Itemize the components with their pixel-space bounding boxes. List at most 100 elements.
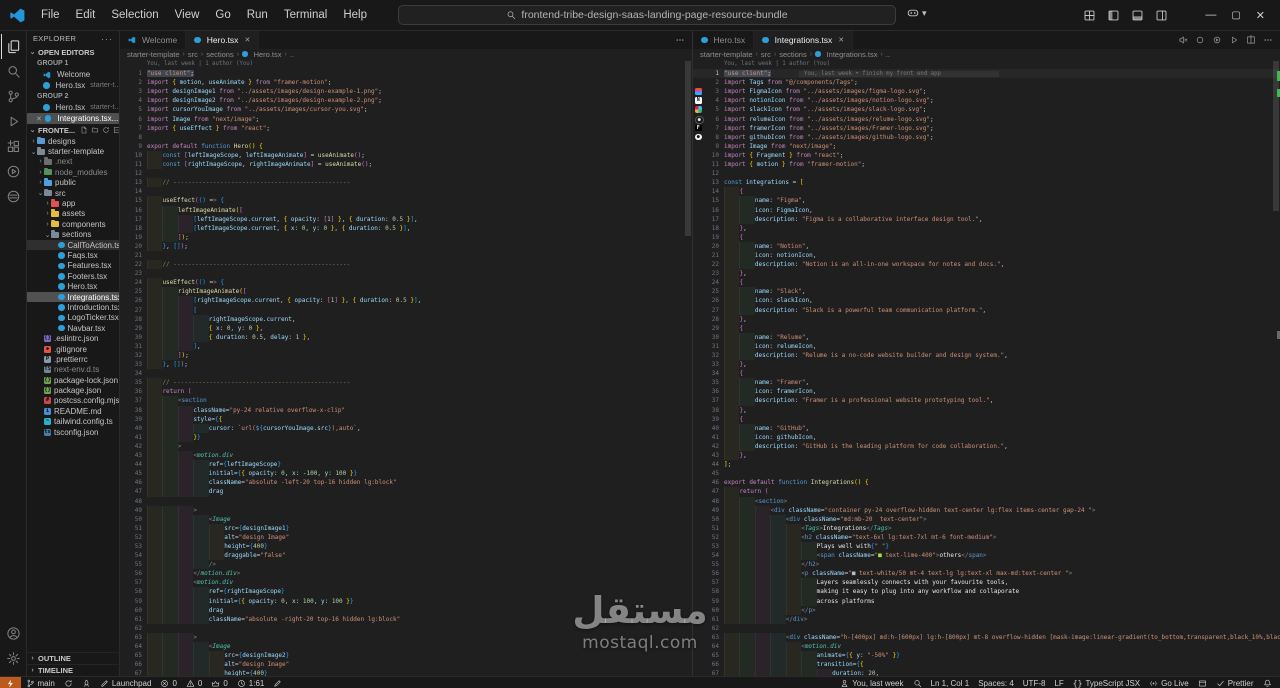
code-line[interactable]: 43 <motion.div (120, 451, 692, 461)
tree-item-node_modules[interactable]: › node_modules (27, 167, 119, 177)
tree-item-starter-template[interactable]: ⌄ starter-template (27, 146, 119, 156)
activity-search-icon[interactable] (1, 59, 26, 84)
code-line[interactable]: 27 description: "Slack is a powerful team… (693, 305, 1280, 315)
code-line[interactable]: 14 (120, 187, 692, 196)
run-icon[interactable] (1229, 35, 1239, 45)
code-line[interactable]: 32]); (120, 351, 692, 361)
tree-item-postcss.config.mjs[interactable]: # postcss.config.mjs (27, 396, 119, 406)
code-line[interactable]: 43}, (693, 451, 1280, 461)
code-line[interactable]: 11 import { motion } from "framer-motion"… (693, 160, 1280, 169)
status-gitlens-blame[interactable]: You, last week (836, 677, 908, 688)
status-zoom-indicator[interactable] (908, 677, 926, 688)
tree-item-.eslintrc.json[interactable]: {} .eslintrc.json (27, 333, 119, 343)
code-line[interactable]: 19]); (120, 232, 692, 242)
tree-item-Faqs.tsx[interactable]: Faqs.tsx (27, 250, 119, 260)
code-line[interactable]: 58 ref={rightImageScope} (120, 587, 692, 597)
code-line[interactable]: 13// -----------------------------------… (120, 178, 692, 188)
code-line[interactable]: 7 import { useEffect } from "react"; (120, 124, 692, 133)
code-line[interactable]: 46 className="absolute -left-20 top-16 hi… (120, 478, 692, 488)
code-line[interactable]: 37 description: "Framer is a professional… (693, 396, 1280, 406)
code-line[interactable]: 17 [leftImageScope.current, { opacity: [1… (120, 214, 692, 224)
code-line[interactable]: 36 icon: framerIcon, (693, 387, 1280, 397)
status-warnings[interactable]: 0 (181, 677, 206, 688)
tree-item-Hero.tsx[interactable]: Hero.tsx (27, 281, 119, 291)
code-line[interactable]: 54 draggable="false" (120, 551, 692, 561)
close-button[interactable]: ✕ (1256, 9, 1265, 22)
tree-item-README.md[interactable]: i README.md (27, 406, 119, 416)
more-icon[interactable] (675, 35, 685, 45)
status-browser-preview[interactable] (1193, 677, 1211, 688)
code-line[interactable]: 60 drag (120, 605, 692, 615)
breadcrumb-segment[interactable]: starter-template (700, 50, 753, 59)
code-line[interactable]: 41 icon: githubIcon, (693, 432, 1280, 442)
status-language-mode[interactable]: {} TypeScript JSX (1068, 677, 1144, 688)
code-line[interactable]: 29{ x: 0, y: 0 }, (120, 323, 692, 333)
code-line[interactable]: 20 name: "Notion", (693, 241, 1280, 251)
mute-icon[interactable] (1178, 35, 1188, 45)
code-line[interactable]: 28 rightImageScope.current, (120, 314, 692, 324)
code-line[interactable]: 18}, (693, 223, 1280, 233)
status-errors[interactable]: 0 (156, 677, 181, 688)
code-line[interactable]: ● 6 import relumeIcon from "../assets/imag… (693, 115, 1280, 125)
code-line[interactable]: 9 import Image from "next/image"; (693, 142, 1280, 151)
open-editor-item[interactable]: Hero.tsx starter-t... (27, 80, 119, 91)
layout-grid-icon[interactable] (1083, 9, 1096, 22)
code-line[interactable]: 50 <div className="md:mb-20 text-center"> (693, 514, 1280, 524)
code-line[interactable]: 36 return ( (120, 387, 692, 397)
status-prettier[interactable]: Prettier (1211, 677, 1258, 688)
tree-item-package-lock.json[interactable]: {} package-lock.json (27, 375, 119, 385)
code-line[interactable]: 62 (120, 624, 692, 633)
scrollbar-thumb[interactable] (685, 61, 691, 236)
code-line[interactable]: 49 <div className="container py-24 overfl… (693, 505, 1280, 515)
refresh-icon[interactable] (102, 126, 110, 134)
code-line[interactable]: 27[ (120, 305, 692, 315)
code-line[interactable]: 2 import Tags from "@/components/Tags"; (693, 78, 1280, 87)
status-time-tracker[interactable]: 1:61 (232, 677, 269, 688)
status-cursor-position[interactable]: Ln 1, Col 1 (926, 677, 974, 688)
code-line[interactable]: 3 import designImage1 from "../assets/ima… (120, 87, 692, 96)
code-line[interactable]: 10 import { Fragment } from "react"; (693, 151, 1280, 160)
code-line[interactable]: 44]; (693, 460, 1280, 469)
status-indentation[interactable]: Spaces: 4 (974, 677, 1019, 688)
activity-live-server-icon[interactable] (1, 159, 26, 184)
tree-item-.gitignore[interactable]: ◆ .gitignore (27, 344, 119, 354)
code-line[interactable]: 56 </motion.div> (120, 569, 692, 579)
maximize-button[interactable]: ▢ (1231, 10, 1240, 21)
tree-item-src[interactable]: ⌄ src (27, 188, 119, 198)
circle-play-icon[interactable] (1212, 35, 1222, 45)
code-line[interactable]: 13 const integrations = [ (693, 178, 1280, 187)
code-line[interactable]: 51 <Tags>Integrations</Tags> (693, 523, 1280, 533)
code-line[interactable]: 58 making it easy to plug into any workfl… (693, 587, 1280, 597)
breadcrumb-segment[interactable]: src (188, 50, 198, 59)
code-line[interactable]: 33}, []); (120, 360, 692, 370)
scrollbar-thumb[interactable] (1273, 61, 1279, 211)
tree-item-Features.tsx[interactable]: Features.tsx (27, 261, 119, 271)
code-line[interactable]: 1 "use client"; You, last week • finish my… (693, 69, 1280, 79)
tree-item-Navbar.tsx[interactable]: Navbar.tsx (27, 323, 119, 333)
code-line[interactable]: 39{ (693, 414, 1280, 424)
new-folder-icon[interactable] (91, 126, 99, 134)
code-line[interactable]: 59 across platforms (693, 596, 1280, 606)
code-line[interactable]: 64 <Image (120, 642, 692, 652)
code-line[interactable]: 67 duration: 20, (693, 669, 1280, 676)
tree-item-tsconfig.json[interactable]: ts tsconfig.json (27, 427, 119, 437)
tab-Welcome[interactable]: Welcome (120, 31, 187, 49)
code-line[interactable]: 54 <span className="■ text-lime-400">othe… (693, 551, 1280, 561)
code-line[interactable]: 19{ (693, 232, 1280, 242)
tree-item-.prettierrc[interactable]: P .prettierrc (27, 354, 119, 364)
code-line[interactable]: 34 (120, 369, 692, 378)
activity-explorer-icon[interactable] (0, 34, 26, 59)
status-remote-indicator[interactable] (0, 677, 21, 688)
menu-file[interactable]: File (33, 6, 68, 24)
breadcrumb-segment[interactable]: sections (779, 50, 807, 59)
tree-item-components[interactable]: › components (27, 219, 119, 229)
code-line[interactable]: 12 (120, 169, 692, 178)
code-line[interactable]: 48 (120, 497, 692, 506)
breadcrumb-segment[interactable]: sections (206, 50, 234, 59)
close-icon[interactable]: ✕ (838, 36, 844, 44)
code-line[interactable]: 23}, (693, 269, 1280, 279)
breadcrumb-segment[interactable]: .. (886, 50, 890, 59)
open-editor-item[interactable]: Welcome (27, 69, 119, 80)
workspace-header[interactable]: ⌄ FRONTE... (27, 124, 119, 136)
code-line[interactable]: 15 name: "Figma", (693, 196, 1280, 206)
